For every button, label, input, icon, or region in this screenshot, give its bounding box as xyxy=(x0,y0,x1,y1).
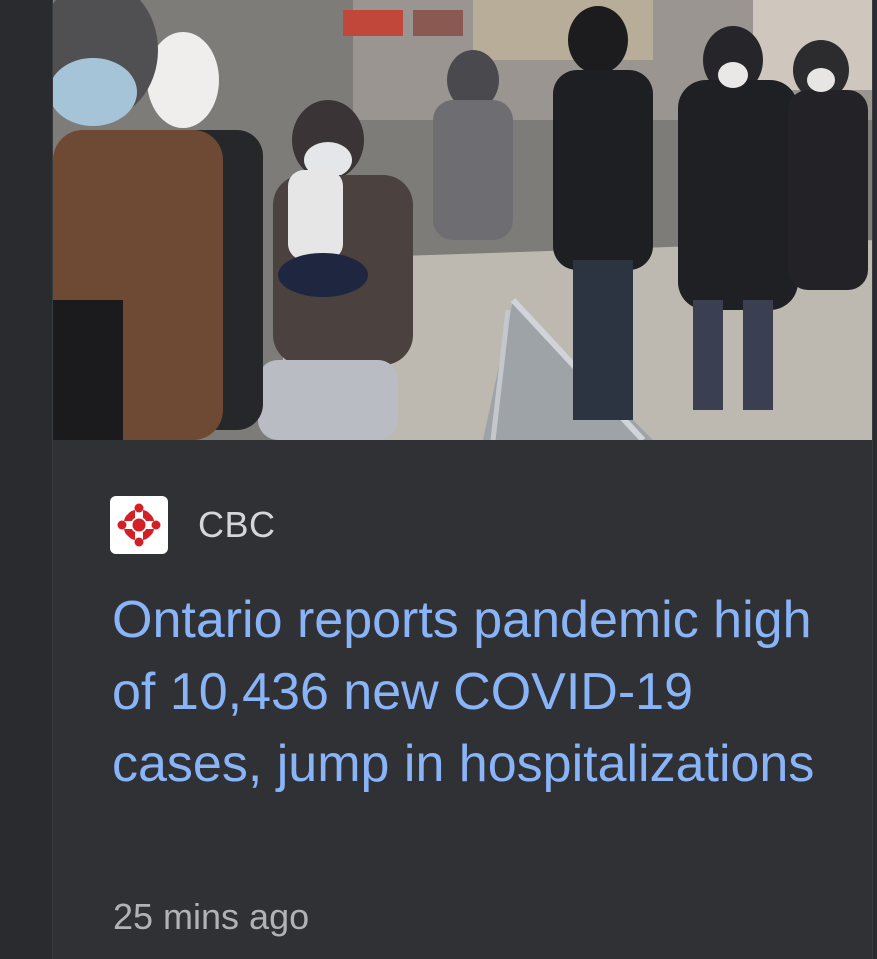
article-thumbnail[interactable] xyxy=(53,0,872,440)
source-name: CBC xyxy=(198,504,276,545)
crowd-photo xyxy=(53,0,872,440)
cbc-gem-logo-icon xyxy=(110,496,168,554)
source-row[interactable]: CBC xyxy=(110,496,276,554)
article-headline-link[interactable]: Ontario reports pandemic high of 10,436 … xyxy=(112,584,832,800)
screen: CBC Ontario reports pandemic high of 10,… xyxy=(0,0,877,959)
news-card[interactable]: CBC Ontario reports pandemic high of 10,… xyxy=(52,0,873,959)
article-timestamp: 25 mins ago xyxy=(113,896,310,937)
